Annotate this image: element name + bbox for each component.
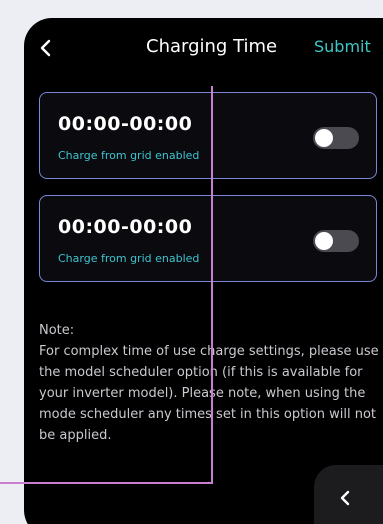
page-title: Charging Time bbox=[146, 36, 278, 57]
note-body: For complex time of use charge settings,… bbox=[39, 344, 379, 443]
toggle-knob bbox=[315, 129, 333, 147]
toggle-knob bbox=[315, 232, 333, 250]
header: Charging Time Submit bbox=[24, 18, 383, 76]
time-range: 00:00-00:00 bbox=[58, 113, 193, 135]
submit-button[interactable]: Submit bbox=[314, 36, 371, 58]
chevron-left-icon bbox=[40, 39, 51, 57]
back-button[interactable] bbox=[38, 36, 56, 60]
time-slot-card[interactable]: 00:00-00:00 Charge from grid enabled bbox=[39, 195, 377, 282]
charge-toggle[interactable] bbox=[313, 127, 359, 149]
charge-toggle[interactable] bbox=[313, 230, 359, 252]
note-section: Note: For complex time of use charge set… bbox=[39, 320, 379, 446]
chevron-left-icon bbox=[340, 490, 350, 506]
collapse-button[interactable] bbox=[314, 465, 383, 524]
phone-screen: Charging Time Submit 00:00-00:00 Charge … bbox=[24, 18, 383, 524]
note-heading: Note: bbox=[39, 323, 75, 338]
time-slot-card[interactable]: 00:00-00:00 Charge from grid enabled bbox=[39, 92, 377, 179]
charge-from-grid-label: Charge from grid enabled bbox=[58, 252, 200, 265]
charge-from-grid-label: Charge from grid enabled bbox=[58, 149, 200, 162]
time-range: 00:00-00:00 bbox=[58, 216, 193, 238]
app-page: Charging Time Submit 00:00-00:00 Charge … bbox=[0, 0, 383, 524]
